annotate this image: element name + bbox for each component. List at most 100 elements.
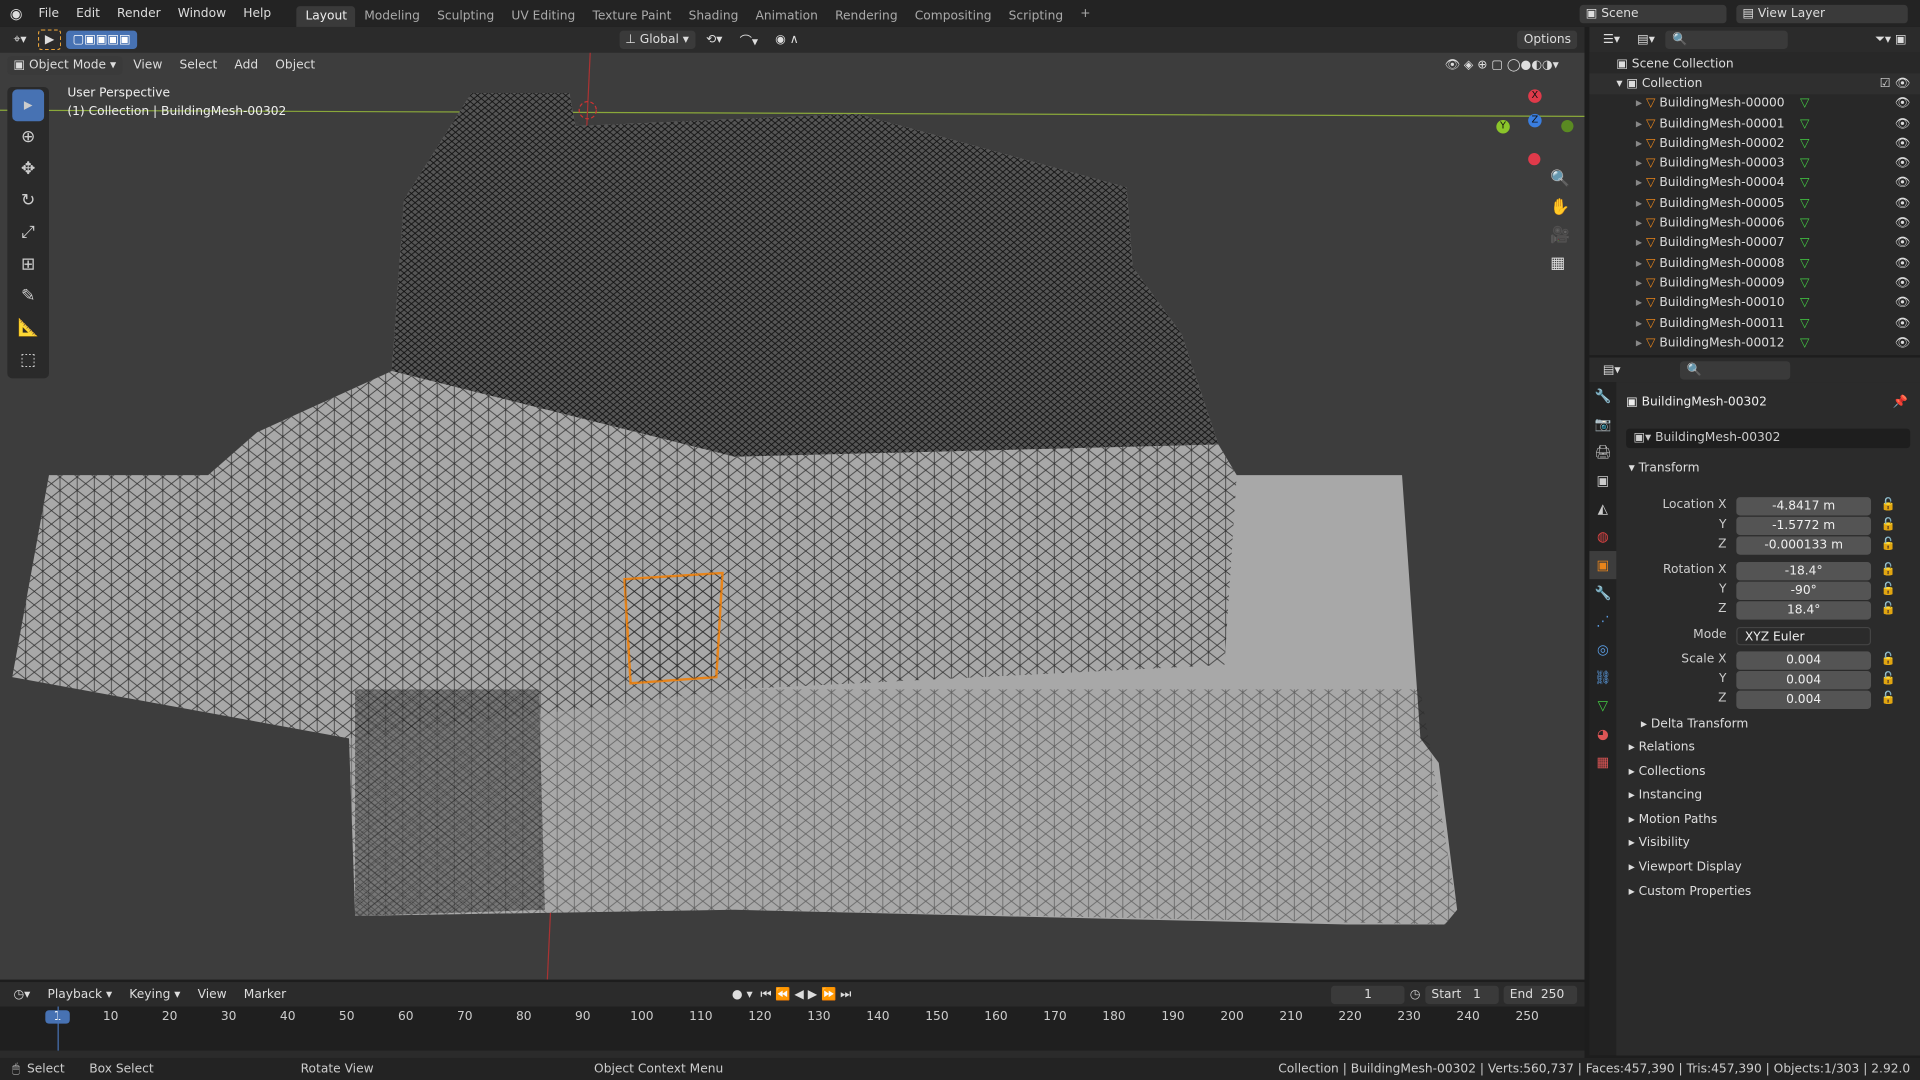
scale-tool-icon[interactable]: ⤢: [12, 217, 44, 249]
outliner-item[interactable]: ▸ ▽ BuildingMesh-00004 ▽ 👁: [1589, 174, 1920, 194]
measure-tool-icon[interactable]: 📐: [12, 312, 44, 344]
lock-icon[interactable]: 🔓: [1881, 538, 1896, 551]
lock-icon[interactable]: 🔓: [1881, 672, 1896, 685]
workspace-tab-compositing[interactable]: Compositing: [906, 6, 1000, 27]
transform-field[interactable]: -4.8417 m: [1736, 497, 1872, 516]
outliner-item[interactable]: ▸ ▽ BuildingMesh-00012 ▽ 👁: [1589, 333, 1920, 353]
outliner-item[interactable]: ▸ ▽ BuildingMesh-00008 ▽ 👁: [1589, 253, 1920, 273]
outliner-item[interactable]: ▸ ▽ BuildingMesh-00002 ▽ 👁: [1589, 134, 1920, 154]
visibility-eye-icon[interactable]: 👁: [1895, 217, 1911, 230]
snap-icon[interactable]: ⌒▾: [733, 28, 764, 51]
outliner-item[interactable]: ▸ ▽ BuildingMesh-00007 ▽ 👁: [1589, 233, 1920, 253]
visibility-eye-icon[interactable]: 👁: [1895, 257, 1911, 270]
outliner-item[interactable]: ▸ ▽ BuildingMesh-00010 ▽ 👁: [1589, 293, 1920, 313]
transform-field[interactable]: XYZ Euler: [1736, 626, 1872, 646]
lock-icon[interactable]: 🔓: [1881, 583, 1896, 596]
proportional-edit-icon[interactable]: ◉ ∧: [769, 31, 805, 49]
output-tab-icon[interactable]: 🖨: [1589, 438, 1616, 466]
lock-icon[interactable]: 🔓: [1881, 563, 1896, 576]
menu-keying[interactable]: Keying ▾: [123, 985, 186, 1003]
panel-collections[interactable]: ▸ Collections: [1629, 765, 1706, 778]
pan-hand-icon[interactable]: ✋: [1550, 198, 1570, 216]
camera-icon[interactable]: 🎥: [1550, 227, 1570, 245]
outliner-item[interactable]: ▸ ▽ BuildingMesh-00006 ▽ 👁: [1589, 214, 1920, 234]
workspace-tab-texture-paint[interactable]: Texture Paint: [584, 6, 680, 27]
world-tab-icon[interactable]: ◍: [1589, 523, 1616, 551]
workspace-tab-sculpting[interactable]: Sculpting: [429, 6, 503, 27]
transform-orientation-dropdown[interactable]: ⊥ Global ▾: [619, 30, 696, 49]
3d-viewport[interactable]: ▣ Object Mode ▾ View Select Add Object 👁…: [0, 52, 1585, 980]
workspace-tab-uv-editing[interactable]: UV Editing: [503, 6, 584, 27]
filter-icon[interactable]: ⏷▾ ▣: [1869, 31, 1913, 49]
object-tab-icon[interactable]: ▣: [1589, 551, 1617, 580]
visibility-eye-icon[interactable]: 👁: [1895, 197, 1911, 210]
menu-file[interactable]: File: [30, 7, 68, 20]
material-tab-icon[interactable]: ◕: [1589, 720, 1616, 748]
collection-visibility-icon[interactable]: ☑ 👁: [1880, 77, 1910, 90]
rotate-tool-icon[interactable]: ↻: [12, 185, 44, 217]
panel-motion-paths[interactable]: ▸ Motion Paths: [1629, 813, 1718, 826]
data-tab-icon[interactable]: ▽: [1589, 692, 1616, 720]
gizmo-z[interactable]: Z: [1528, 113, 1542, 128]
navigation-gizmo[interactable]: X Y Z: [1494, 87, 1580, 173]
transform-field[interactable]: 0.004: [1736, 690, 1872, 709]
transform-field[interactable]: -90°: [1736, 581, 1872, 601]
visibility-eye-icon[interactable]: 👁: [1895, 177, 1911, 190]
collection-row[interactable]: ▾ ▣ Collection ☑ 👁: [1589, 73, 1920, 94]
constraints-tab-icon[interactable]: ⛓: [1589, 664, 1616, 692]
menu-render[interactable]: Render: [108, 7, 169, 20]
render-tab-icon[interactable]: 📷: [1589, 410, 1616, 438]
visibility-eye-icon[interactable]: 👁: [1895, 277, 1911, 290]
properties-search[interactable]: 🔍: [1680, 360, 1791, 379]
playhead[interactable]: [57, 1006, 59, 1051]
menu-playback[interactable]: Playback ▾: [41, 985, 118, 1003]
visibility-eye-icon[interactable]: 👁: [1895, 137, 1911, 150]
panel-viewport-display[interactable]: ▸ Viewport Display: [1629, 861, 1742, 874]
workspace-tab-shading[interactable]: Shading: [680, 6, 747, 27]
display-mode-icon[interactable]: ▤▾: [1631, 31, 1661, 49]
scene-collection-row[interactable]: ▣ Scene Collection: [1589, 54, 1920, 74]
end-frame-field[interactable]: End 250: [1503, 985, 1578, 1004]
transform-field[interactable]: 0.004: [1736, 651, 1872, 670]
select-tool-icon[interactable]: ▶: [37, 29, 62, 51]
menu-help[interactable]: Help: [235, 7, 280, 20]
annotate-tool-icon[interactable]: ✎: [12, 280, 44, 312]
transform-field[interactable]: 0.004: [1736, 671, 1872, 690]
scene-tab-icon[interactable]: ◭: [1589, 495, 1616, 523]
gizmo-y[interactable]: Y: [1496, 120, 1510, 134]
panel-instancing[interactable]: ▸ Instancing: [1629, 789, 1703, 802]
transform-panel-header[interactable]: ▾ Transform: [1629, 462, 1700, 475]
visibility-eye-icon[interactable]: 👁: [1895, 237, 1911, 250]
outliner-editor-icon[interactable]: ☰▾: [1597, 31, 1626, 49]
lock-icon[interactable]: 🔓: [1881, 653, 1896, 666]
transform-field[interactable]: -0.000133 m: [1736, 536, 1872, 555]
add-workspace-button[interactable]: +: [1072, 3, 1099, 24]
menu-window[interactable]: Window: [169, 7, 234, 20]
outliner-item[interactable]: ▸ ▽ BuildingMesh-00011 ▽ 👁: [1589, 313, 1920, 333]
panel-custom-properties[interactable]: ▸ Custom Properties: [1629, 885, 1752, 898]
menu-edit[interactable]: Edit: [68, 7, 109, 20]
pivot-icon[interactable]: ⟲▾: [700, 31, 729, 49]
workspace-tab-modeling[interactable]: Modeling: [356, 6, 429, 27]
workspace-tab-scripting[interactable]: Scripting: [1000, 6, 1072, 27]
menu-timeline-view[interactable]: View: [191, 985, 232, 1003]
select-box-tool-icon[interactable]: ▸: [12, 89, 45, 122]
transform-tool-icon[interactable]: ⊞: [12, 249, 44, 281]
visibility-eye-icon[interactable]: 👁: [1895, 97, 1911, 110]
outliner-search[interactable]: 🔍: [1665, 30, 1789, 49]
outliner-item[interactable]: ▸ ▽ BuildingMesh-00001 ▽ 👁: [1589, 114, 1920, 134]
zoom-icon[interactable]: 🔍: [1550, 170, 1570, 188]
add-cube-tool-icon[interactable]: ⬚: [12, 344, 44, 376]
delta-transform-header[interactable]: ▸ Delta Transform: [1641, 718, 1749, 731]
visibility-eye-icon[interactable]: 👁: [1895, 117, 1911, 130]
particles-tab-icon[interactable]: ⋰: [1589, 607, 1616, 635]
pin-icon[interactable]: 📌: [1893, 396, 1908, 409]
clock-icon[interactable]: ◷: [1410, 988, 1421, 1001]
lock-icon[interactable]: 🔓: [1881, 602, 1896, 615]
blender-logo-icon[interactable]: ◉: [0, 5, 30, 22]
panel-visibility[interactable]: ▸ Visibility: [1629, 837, 1690, 850]
menu-marker[interactable]: Marker: [238, 985, 293, 1003]
options-dropdown[interactable]: Options: [1517, 30, 1578, 49]
transform-field[interactable]: -1.5772 m: [1736, 516, 1872, 536]
view-layer-tab-icon[interactable]: ▣: [1589, 467, 1616, 495]
